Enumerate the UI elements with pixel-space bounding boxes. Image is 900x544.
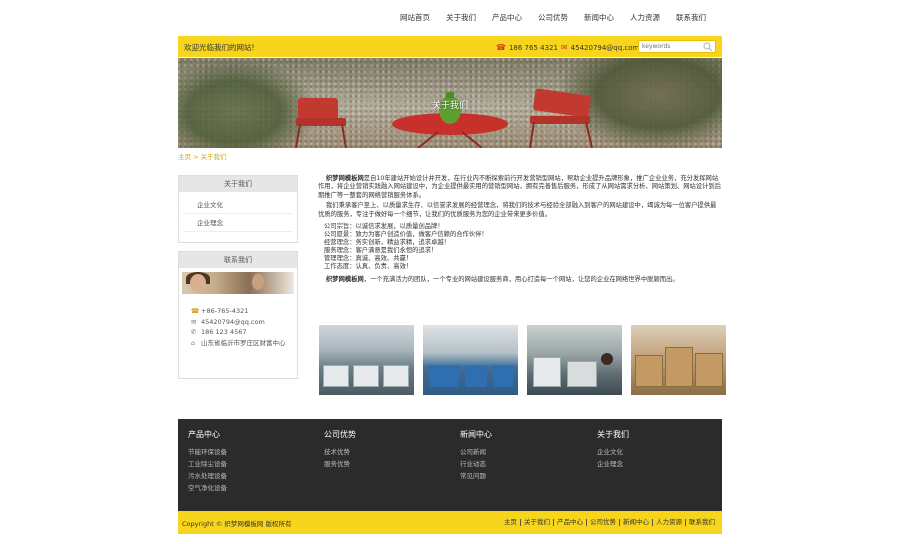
footer-link[interactable]: 行业动态 [460,458,492,470]
nav-item-contact[interactable]: 联系我们 [668,12,714,23]
footer-nav-advantages[interactable]: 公司优势 [586,519,619,526]
nav-item-about[interactable]: 关于我们 [438,12,484,23]
sidebar-about-title: 关于我们 [179,176,297,192]
about-article: 织梦网模板网是自10年建站开始设计并开发，在行业内不断探索前行开发营销型网站，帮… [318,175,722,287]
header-contact: ☎ 186 765 4321 ✉ 45420794@qq.com [496,43,639,52]
sidebar-item-culture[interactable]: 企业文化 [183,196,293,214]
header-email[interactable]: 45420794@qq.com [571,44,640,52]
nav-item-hr[interactable]: 人力资源 [622,12,668,23]
list-item: 公司愿景：致力为客户创造价值，做客户信赖的合作伙伴！ [324,230,488,238]
list-item: 公司宗旨：以诚信求发展，以质量创品牌！ [324,223,444,231]
footer-column-advantages: 公司优势 技术优势 服务优势 [324,429,356,470]
banner-title: 关于我们 [431,101,468,111]
factory-image[interactable] [527,325,622,395]
contact-address: ⌂ 山东省临沂市罗庄区财富中心 [191,338,297,349]
footer-nav-about[interactable]: 关于我们 [520,519,553,526]
footer-nav-hr[interactable]: 人力资源 [652,519,685,526]
company-values-list: 公司宗旨：以诚信求发展，以质量创品牌！ 公司愿景：致力为客户创造价值，做客户信赖… [318,223,722,270]
sidebar-contact-title: 联系我们 [179,252,297,268]
factory-image[interactable] [631,325,726,395]
nav-item-news[interactable]: 新闻中心 [576,12,622,23]
footer-link[interactable]: 企业文化 [597,446,629,458]
sidebar-item-philosophy[interactable]: 企业理念 [183,214,293,232]
search-input[interactable] [639,41,701,52]
breadcrumb: 主页 > 关于我们 [178,151,227,161]
sidebar-about: 关于我们 企业文化 企业理念 [178,175,298,243]
phone-icon: ☎ [191,307,200,315]
copyright: Copyright © 织梦网模板网 版权所有 [182,520,292,528]
footer-column-about: 关于我们 企业文化 企业理念 [597,429,629,470]
article-paragraph-3: 织梦网模板网，一个充满活力的团队，一个专业的网站建设服务商，用心打造每一个网站，… [318,276,722,284]
sidebar-contact: 联系我们 ☎ +86-765-4321 ✉ 45420794@qq.com ✆ … [178,251,298,379]
footer-nav-news[interactable]: 新闻中心 [619,519,652,526]
article-paragraph-1: 织梦网模板网是自10年建站开始设计并开发，在行业内不断探索前行开发营销型网站，帮… [318,175,722,200]
para3-text: ，一个充满活力的团队，一个专业的网站建设服务商，用心打造每一个网站，让您的企业在… [363,276,679,284]
contact-email-text[interactable]: 45420794@qq.com [201,317,265,328]
footer: 产品中心 节能环保设备 工业除尘设备 污水处理设备 空气净化设备 公司优势 技术… [178,419,722,511]
footer-link[interactable]: 企业理念 [597,458,629,470]
footer-nav-products[interactable]: 产品中心 [553,519,586,526]
company-name: 织梦网模板网 [326,175,364,182]
footer-column-title: 关于我们 [597,430,629,439]
search-box [638,40,716,53]
contact-phone: ☎ +86-765-4321 [191,306,297,317]
footer-column-products: 产品中心 节能环保设备 工业除尘设备 污水处理设备 空气净化设备 [188,429,227,494]
factory-gallery [319,325,726,395]
footer-link[interactable]: 空气净化设备 [188,482,227,494]
location-icon: ⌂ [191,338,196,347]
contact-address-text: 山东省临沂市罗庄区财富中心 [201,338,286,347]
footer-link[interactable]: 公司新闻 [460,446,492,458]
contact-photo [182,272,294,294]
footer-nav-contact[interactable]: 联系我们 [685,519,718,526]
company-name: 织梦网模板网 [326,276,364,284]
contact-email: ✉ 45420794@qq.com [191,317,297,328]
list-item: 工作态度：认真、负责、高效！ [324,262,413,270]
footer-link[interactable]: 节能环保设备 [188,446,227,458]
contact-mobile: ✆ 186 123 4567 [191,327,297,338]
footer-column-title: 新闻中心 [460,430,492,439]
factory-image[interactable] [319,325,414,395]
list-item: 经营理念：务实创新，精益求精，追求卓越！ [324,238,450,246]
footer-link[interactable]: 污水处理设备 [188,470,227,482]
contact-phone-text: +86-765-4321 [201,307,249,315]
footer-link[interactable]: 服务优势 [324,458,356,470]
list-item: 管理理念：真诚、高效、共赢！ [324,254,413,262]
footer-column-news: 新闻中心 公司新闻 行业动态 常见问题 [460,429,492,482]
mail-icon: ✉ [191,317,197,326]
article-paragraph-2: 我们秉承客户至上、以质量求生存、以信誉求发展的经营理念，将我们的技术与经验全部融… [318,202,717,218]
footer-bar: Copyright © 织梦网模板网 版权所有 主页 关于我们 产品中心 公司优… [178,511,722,534]
header-bar: 欢迎光临我们的网站! ☎ 186 765 4321 ✉ 45420794@qq.… [178,36,722,57]
banner: 关于我们 [178,58,722,148]
welcome-text: 欢迎光临我们的网站! [184,43,255,52]
header-phone: 186 765 4321 [508,43,558,52]
factory-image[interactable] [423,325,518,395]
footer-column-title: 产品中心 [188,430,220,439]
footer-nav-home[interactable]: 主页 [501,519,520,526]
top-nav: 网站首页 关于我们 产品中心 公司优势 新闻中心 人力资源 联系我们 [392,12,714,23]
breadcrumb-home[interactable]: 主页 [178,153,191,161]
nav-item-products[interactable]: 产品中心 [484,12,530,23]
para1-text: 是自10年建站开始设计并开发，在行业内不断探索前行开发营销型网站，帮助企业提升品… [318,175,721,199]
breadcrumb-current[interactable]: 关于我们 [201,153,227,161]
nav-item-advantages[interactable]: 公司优势 [530,12,576,23]
contact-mobile-text: 186 123 4567 [201,328,247,336]
footer-column-title: 公司优势 [324,430,356,439]
search-icon[interactable] [703,42,713,52]
nav-item-home[interactable]: 网站首页 [392,12,438,23]
footer-nav: 主页 关于我们 产品中心 公司优势 新闻中心 人力资源 联系我们 [501,519,718,526]
mobile-icon: ✆ [191,328,197,336]
footer-link[interactable]: 常见问题 [460,470,492,482]
footer-link[interactable]: 技术优势 [324,446,356,458]
footer-link[interactable]: 工业除尘设备 [188,458,227,470]
list-item: 服务理念：客户满意是我们永恒的追求！ [324,246,438,254]
mail-icon: ✉ [560,43,568,52]
breadcrumb-separator: > [191,153,201,161]
phone-icon: ☎ [496,43,506,52]
